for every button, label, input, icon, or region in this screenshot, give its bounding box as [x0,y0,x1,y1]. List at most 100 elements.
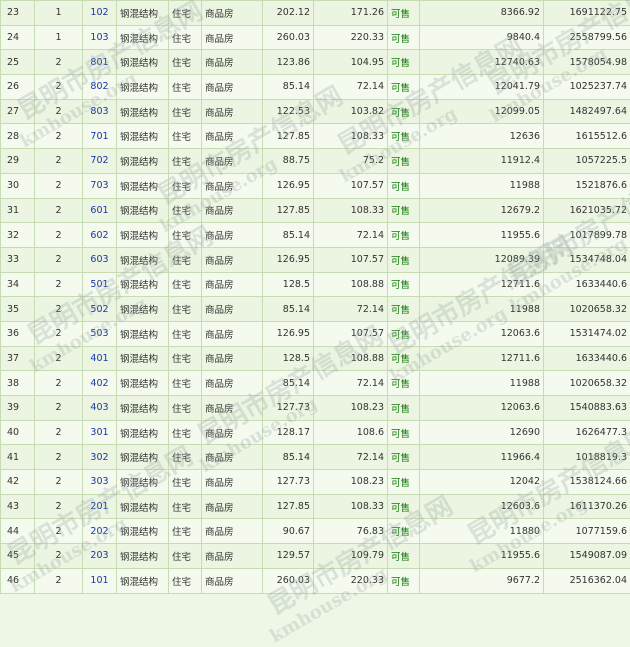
cell-inner-area: 72.14 [314,223,388,248]
cell-structure: 钢混结构 [117,25,169,50]
cell-structure: 钢混结构 [117,272,169,297]
cell-inner-area: 220.33 [314,568,388,593]
cell-floor: 2 [35,173,83,198]
cell-inner-area: 72.14 [314,297,388,322]
cell-structure: 钢混结构 [117,568,169,593]
cell-floor: 2 [35,223,83,248]
cell-seq: 25 [1,50,35,75]
cell-structure: 钢混结构 [117,346,169,371]
table-row: 262802钢混结构住宅商品房85.1472.14可售12041.7910252… [1,75,630,100]
cell-unit-price: 12063.6 [420,396,544,421]
cell-unit-price: 12041.79 [420,75,544,100]
cell-house-type: 商品房 [202,346,263,371]
cell-inner-area: 108.33 [314,198,388,223]
cell-floor: 2 [35,50,83,75]
cell-floor: 2 [35,124,83,149]
cell-floor-area: 126.95 [263,247,314,272]
cell-usage: 住宅 [169,272,202,297]
cell-floor-area: 85.14 [263,371,314,396]
cell-room-number: 803 [83,99,117,124]
cell-total-price: 1549087.09 [544,544,630,569]
cell-structure: 钢混结构 [117,124,169,149]
cell-house-type: 商品房 [202,223,263,248]
cell-inner-area: 108.33 [314,124,388,149]
table-row: 342501钢混结构住宅商品房128.5108.88可售12711.616334… [1,272,630,297]
cell-floor-area: 128.5 [263,346,314,371]
table-row: 412302钢混结构住宅商品房85.1472.14可售11966.4101881… [1,445,630,470]
cell-usage: 住宅 [169,420,202,445]
cell-floor: 2 [35,494,83,519]
cell-house-type: 商品房 [202,371,263,396]
table-body: 231102钢混结构住宅商品房202.12171.26可售8366.921691… [1,1,630,594]
cell-house-type: 商品房 [202,420,263,445]
cell-inner-area: 108.6 [314,420,388,445]
cell-floor: 2 [35,272,83,297]
cell-inner-area: 72.14 [314,75,388,100]
cell-total-price: 1578054.98 [544,50,630,75]
cell-floor: 2 [35,247,83,272]
cell-room-number: 701 [83,124,117,149]
cell-floor-area: 260.03 [263,568,314,593]
cell-total-price: 1025237.74 [544,75,630,100]
table-row: 422303钢混结构住宅商品房127.73108.23可售12042153812… [1,470,630,495]
cell-sale-status: 可售 [388,124,420,149]
cell-seq: 40 [1,420,35,445]
cell-unit-price: 12690 [420,420,544,445]
cell-sale-status: 可售 [388,247,420,272]
cell-seq: 24 [1,25,35,50]
table-row: 282701钢混结构住宅商品房127.85108.33可售12636161551… [1,124,630,149]
cell-floor: 1 [35,1,83,26]
cell-room-number: 403 [83,396,117,421]
table-row: 241103钢混结构住宅商品房260.03220.33可售9840.425587… [1,25,630,50]
cell-floor: 2 [35,149,83,174]
cell-sale-status: 可售 [388,173,420,198]
cell-floor-area: 127.73 [263,470,314,495]
cell-inner-area: 108.88 [314,272,388,297]
cell-seq: 36 [1,321,35,346]
table-row: 382402钢混结构住宅商品房85.1472.14可售119881020658.… [1,371,630,396]
cell-seq: 27 [1,99,35,124]
cell-house-type: 商品房 [202,1,263,26]
cell-usage: 住宅 [169,1,202,26]
cell-usage: 住宅 [169,50,202,75]
cell-house-type: 商品房 [202,50,263,75]
cell-floor: 2 [35,346,83,371]
cell-total-price: 1633440.6 [544,346,630,371]
cell-unit-price: 12042 [420,470,544,495]
cell-unit-price: 11988 [420,297,544,322]
cell-house-type: 商品房 [202,494,263,519]
cell-floor: 2 [35,321,83,346]
cell-room-number: 201 [83,494,117,519]
cell-usage: 住宅 [169,544,202,569]
cell-seq: 26 [1,75,35,100]
cell-structure: 钢混结构 [117,1,169,26]
cell-room-number: 602 [83,223,117,248]
cell-floor: 2 [35,396,83,421]
cell-unit-price: 12063.6 [420,321,544,346]
cell-usage: 住宅 [169,346,202,371]
cell-unit-price: 12089.39 [420,247,544,272]
table-row: 292702钢混结构住宅商品房88.7575.2可售11912.41057225… [1,149,630,174]
cell-floor: 2 [35,420,83,445]
cell-total-price: 1521876.6 [544,173,630,198]
cell-sale-status: 可售 [388,1,420,26]
cell-sale-status: 可售 [388,371,420,396]
cell-seq: 29 [1,149,35,174]
cell-house-type: 商品房 [202,470,263,495]
cell-structure: 钢混结构 [117,247,169,272]
cell-room-number: 802 [83,75,117,100]
cell-total-price: 1018819.3 [544,445,630,470]
cell-house-type: 商品房 [202,173,263,198]
cell-usage: 住宅 [169,223,202,248]
cell-floor-area: 260.03 [263,25,314,50]
cell-usage: 住宅 [169,198,202,223]
cell-total-price: 1540883.63 [544,396,630,421]
cell-usage: 住宅 [169,396,202,421]
cell-floor-area: 123.86 [263,50,314,75]
table-row: 452203钢混结构住宅商品房129.57109.79可售11955.61549… [1,544,630,569]
cell-floor: 2 [35,198,83,223]
table-row: 312601钢混结构住宅商品房127.85108.33可售12679.21621… [1,198,630,223]
cell-room-number: 401 [83,346,117,371]
cell-room-number: 603 [83,247,117,272]
cell-room-number: 702 [83,149,117,174]
